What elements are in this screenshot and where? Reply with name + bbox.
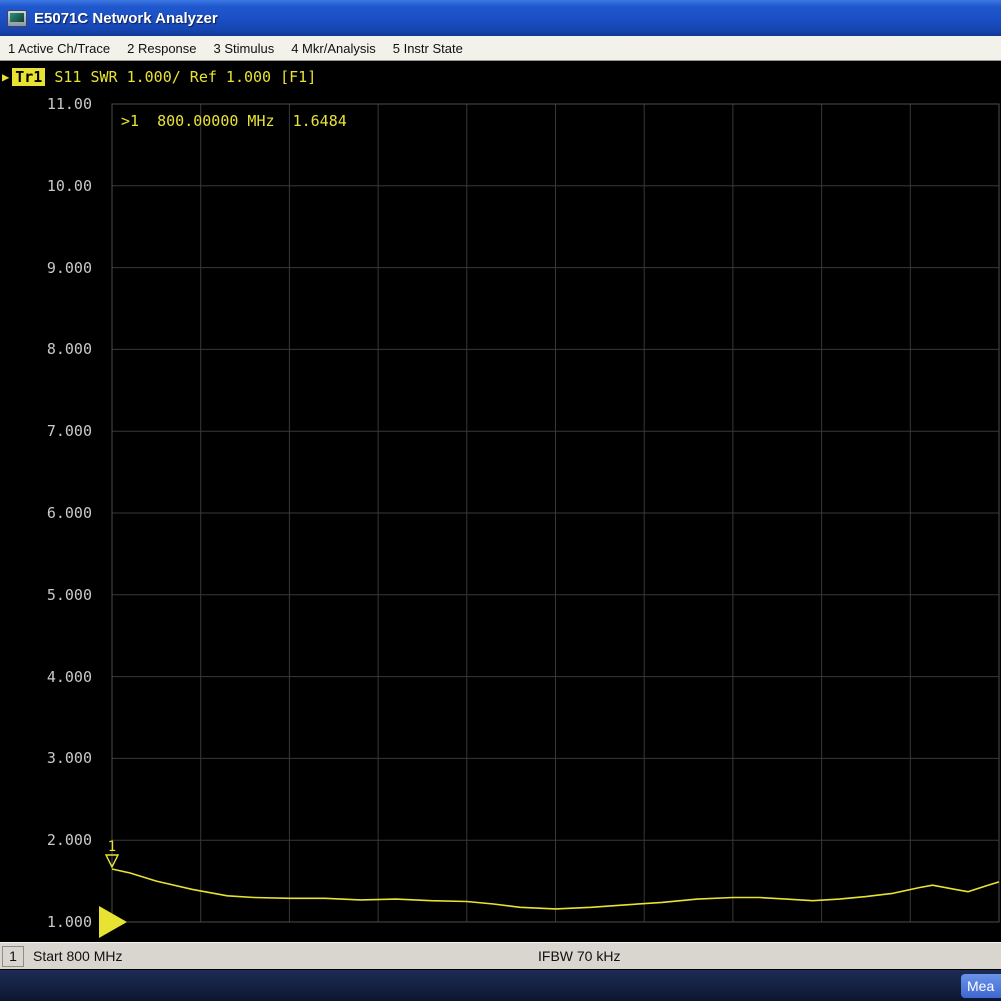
y-axis-tick-label: 5.000 (2, 586, 92, 604)
menu-bar: 1 Active Ch/Trace 2 Response 3 Stimulus 4 M… (0, 36, 1001, 61)
menu-item[interactable]: 1 Active Ch/Trace (8, 41, 110, 56)
menu-item[interactable]: 2 Response (127, 41, 196, 56)
y-axis-tick-label: 11.00 (2, 95, 92, 113)
menu-item[interactable]: 3 Stimulus (214, 41, 275, 56)
plot-area: 1 >1 800.00000 MHz 1.6484 (112, 104, 999, 922)
y-axis-tick-label: 7.000 (2, 422, 92, 440)
y-axis-tick-label: 2.000 (2, 831, 92, 849)
instrument-screen: ▶ Tr1 S11 SWR 1.000/ Ref 1.000 [F1] 11.0… (0, 61, 1001, 942)
reference-level-indicator-icon (99, 906, 127, 938)
y-axis-tick-label: 10.00 (2, 177, 92, 195)
y-axis-tick-label: 1.000 (2, 913, 92, 931)
app-icon (7, 10, 27, 27)
meas-softkey-button[interactable]: Mea (961, 974, 1001, 998)
menu-item[interactable]: 5 Instr State (393, 41, 463, 56)
y-axis-tick-label: 4.000 (2, 668, 92, 686)
window-title: E5071C Network Analyzer (34, 10, 218, 27)
y-axis-tick-label: 3.000 (2, 749, 92, 767)
y-axis-labels: 11.00 10.00 9.000 8.000 7.000 6.000 5.000 4.000… (0, 61, 96, 942)
y-axis-tick-label: 8.000 (2, 340, 92, 358)
y-axis-tick-label: 6.000 (2, 504, 92, 522)
ifbw-value: IFBW 70 kHz (538, 948, 620, 964)
grid-and-trace: 1 (112, 104, 999, 922)
menu-item[interactable]: 4 Mkr/Analysis (291, 41, 376, 56)
window-titlebar: E5071C Network Analyzer (0, 0, 1001, 36)
y-axis-tick-label: 9.000 (2, 259, 92, 277)
task-bar: Mea (0, 969, 1001, 1001)
marker-readout: >1 800.00000 MHz 1.6484 (121, 112, 347, 130)
channel-number-box: 1 (2, 946, 24, 967)
status-bar: 1 Start 800 MHz IFBW 70 kHz (0, 942, 1001, 969)
marker-number: 1 (108, 839, 116, 855)
start-frequency: Start 800 MHz (33, 948, 122, 964)
